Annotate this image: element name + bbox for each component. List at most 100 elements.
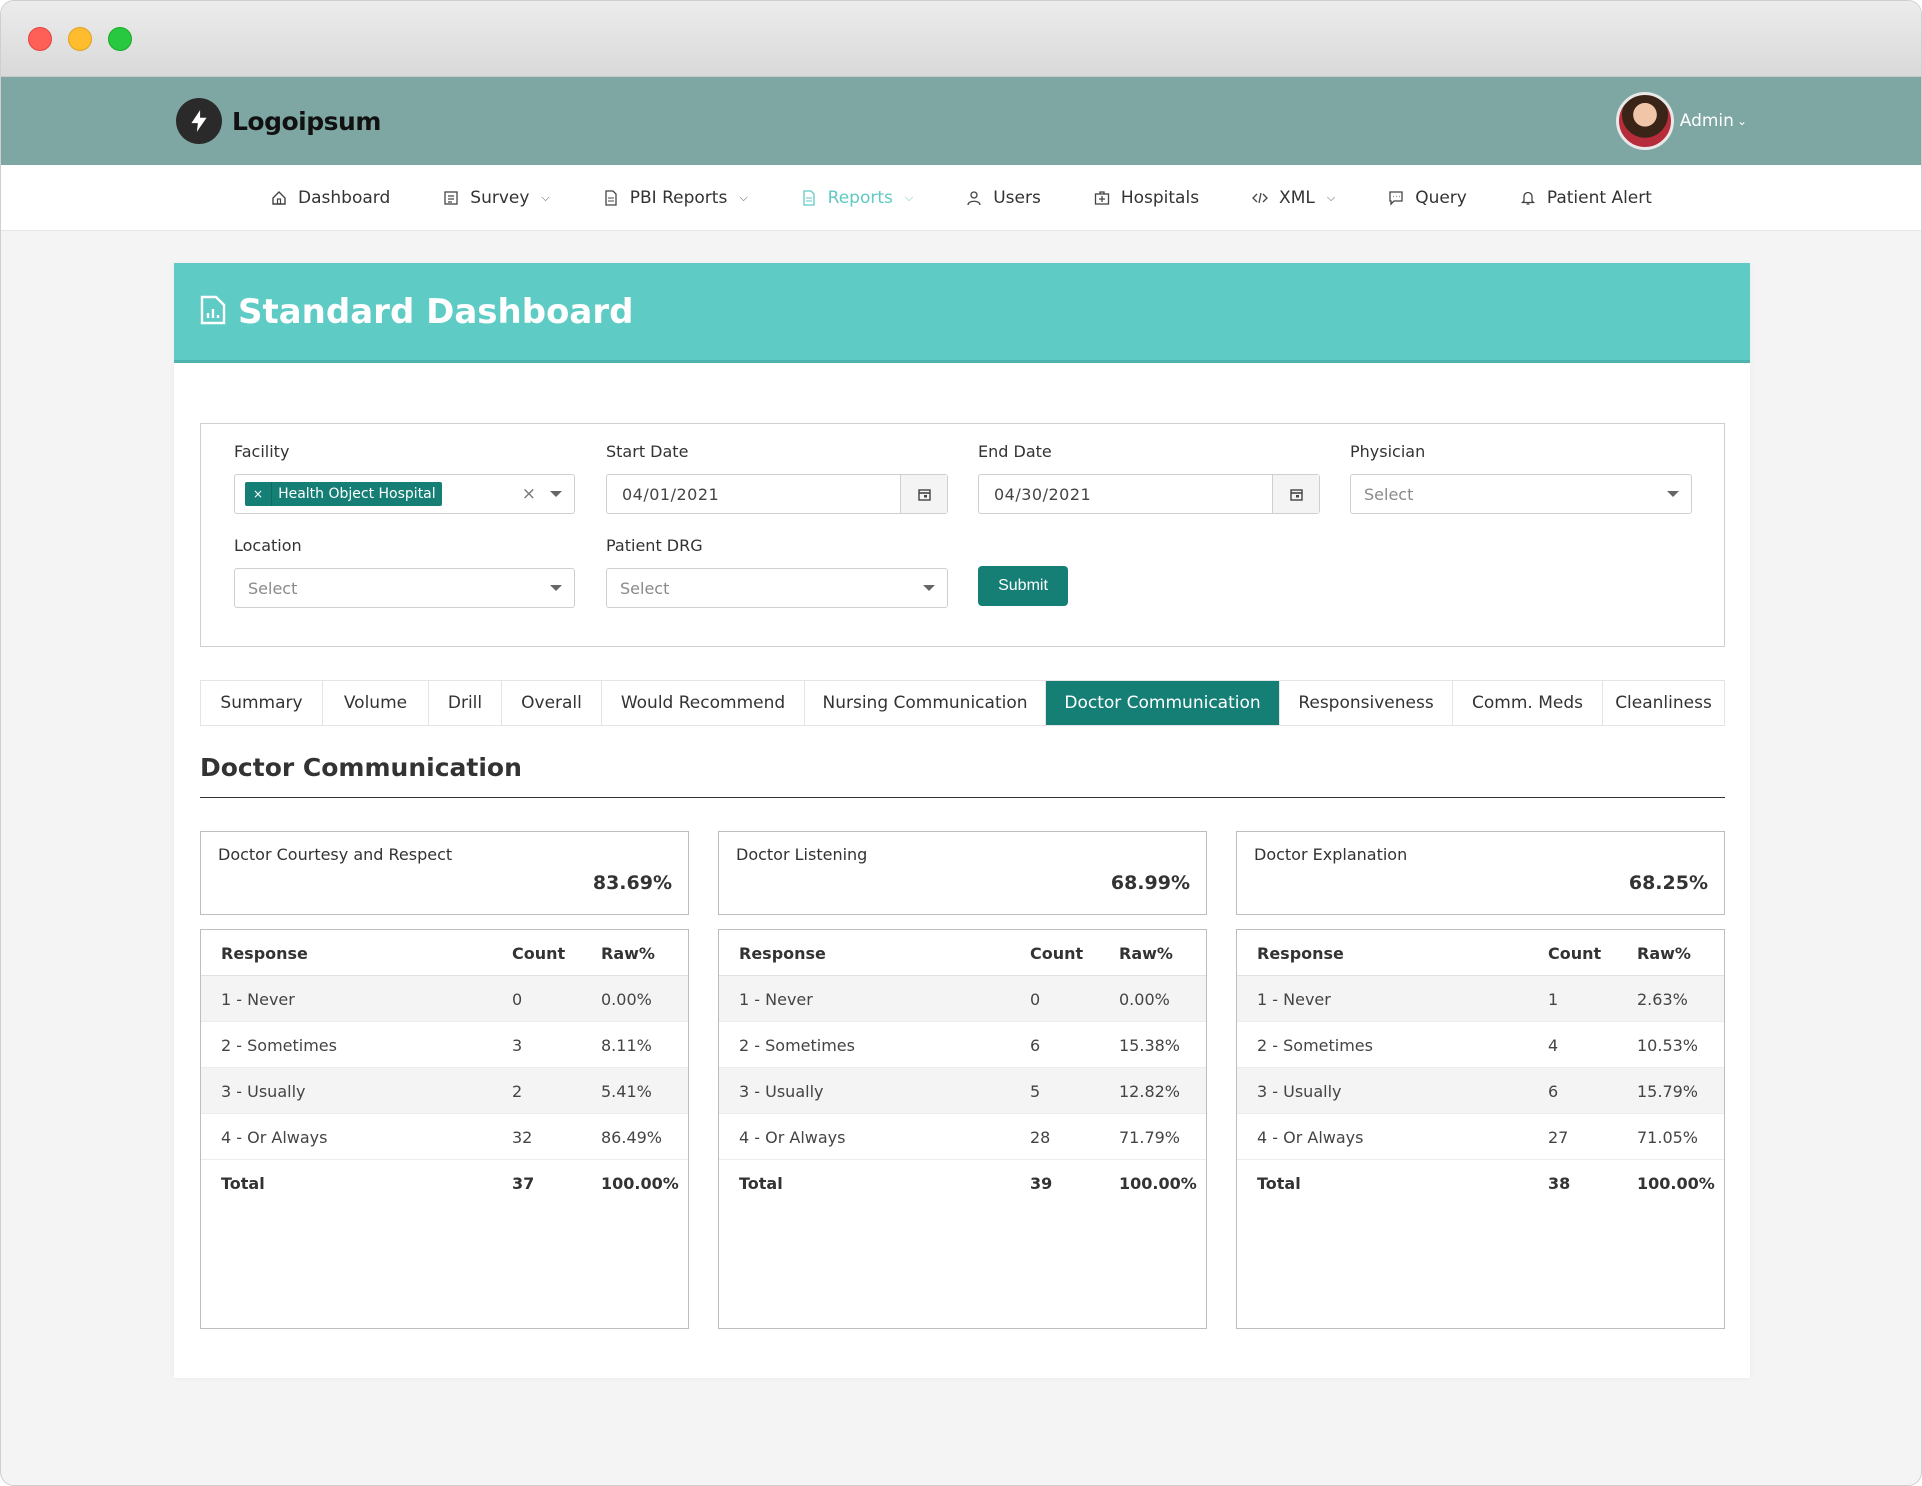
facility-field: Facility × Health Object Hospital × xyxy=(234,442,575,514)
end-date-value: 04/30/2021 xyxy=(994,484,1092,504)
location-label: Location xyxy=(234,536,302,555)
location-field: Location Select xyxy=(234,536,575,608)
col-raw: Raw% xyxy=(1637,944,1691,963)
dropdown-arrow-icon[interactable] xyxy=(550,491,562,497)
cell-response: 3 - Usually xyxy=(1257,1082,1342,1101)
cell-response: 1 - Never xyxy=(1257,990,1331,1009)
col-count: Count xyxy=(512,944,566,963)
cell-total-count: 39 xyxy=(1030,1174,1053,1193)
chevron-down-icon: ⌵ xyxy=(904,190,914,204)
tab-doctor-communication[interactable]: Doctor Communication xyxy=(1046,681,1280,725)
table-row: 3 - Usually 5 12.82% xyxy=(719,1068,1206,1114)
table-row: 4 - Or Always 28 71.79% xyxy=(719,1114,1206,1160)
nav-xml[interactable]: XML ⌵ xyxy=(1225,188,1361,208)
report-tabs: Summary Volume Drill Overall Would Recom… xyxy=(200,680,1725,726)
filter-panel: Facility × Health Object Hospital × Star… xyxy=(200,423,1725,647)
nav-patient-alert[interactable]: Patient Alert xyxy=(1493,188,1678,208)
cell-response: 4 - Or Always xyxy=(221,1128,328,1147)
stat-name: Doctor Explanation xyxy=(1254,845,1408,864)
calendar-icon[interactable] xyxy=(900,475,947,513)
nav-reports-label: Reports xyxy=(827,187,893,208)
doctor-explanation-card: Doctor Explanation 68.25% xyxy=(1236,831,1725,915)
col-response: Response xyxy=(739,944,826,963)
facility-label: Facility xyxy=(234,442,290,461)
cell-total-label: Total xyxy=(221,1174,265,1193)
start-date-input[interactable]: 04/01/2021 xyxy=(606,474,948,514)
table-total-row: Total 37 100.00% xyxy=(201,1160,688,1206)
tab-drill[interactable]: Drill xyxy=(429,681,502,725)
nav-pbi-reports[interactable]: PBI Reports ⌵ xyxy=(576,188,774,208)
minimize-window-button[interactable] xyxy=(68,27,92,51)
doctor-listening-table: Response Count Raw% 1 - Never 0 0.00% 2 … xyxy=(718,929,1207,1329)
end-date-label: End Date xyxy=(978,442,1052,461)
dropdown-arrow-icon[interactable] xyxy=(923,585,935,591)
table-row: 1 - Never 0 0.00% xyxy=(201,976,688,1022)
nav-dashboard[interactable]: Dashboard xyxy=(244,188,416,208)
maximize-window-button[interactable] xyxy=(108,27,132,51)
logo[interactable]: Logoipsum xyxy=(176,98,381,144)
col-count: Count xyxy=(1548,944,1602,963)
table-row: 1 - Never 1 2.63% xyxy=(1237,976,1724,1022)
chevron-down-icon: ⌵ xyxy=(739,190,748,204)
dropdown-arrow-icon[interactable] xyxy=(1667,491,1679,497)
patient-drg-select[interactable]: Select xyxy=(606,568,948,608)
cell-raw: 0.00% xyxy=(1119,990,1170,1009)
patient-drg-field: Patient DRG Select xyxy=(606,536,948,608)
logo-bolt-icon xyxy=(176,98,222,144)
nav-survey[interactable]: Survey ⌵ xyxy=(416,188,575,208)
cell-raw: 5.41% xyxy=(601,1082,652,1101)
home-icon xyxy=(270,189,288,207)
user-menu[interactable]: Admin ⌄ xyxy=(1615,92,1747,150)
tab-would-recommend[interactable]: Would Recommend xyxy=(602,681,805,725)
chevron-down-icon: ⌵ xyxy=(541,190,550,204)
physician-select[interactable]: Select xyxy=(1350,474,1692,514)
doctor-listening-card: Doctor Listening 68.99% xyxy=(718,831,1207,915)
facility-tag-label: Health Object Hospital xyxy=(278,486,436,502)
bell-icon xyxy=(1519,189,1537,207)
nav-survey-label: Survey xyxy=(470,187,530,208)
tab-volume[interactable]: Volume xyxy=(323,681,429,725)
calendar-icon[interactable] xyxy=(1272,475,1319,513)
cell-total-raw: 100.00% xyxy=(1119,1174,1197,1193)
chevron-down-icon[interactable]: ⌄ xyxy=(1737,114,1747,128)
location-select[interactable]: Select xyxy=(234,568,575,608)
hospital-icon xyxy=(1093,189,1111,207)
nav-users-label: Users xyxy=(993,187,1041,208)
submit-button[interactable]: Submit xyxy=(978,566,1068,606)
tab-nursing-communication[interactable]: Nursing Communication xyxy=(805,681,1046,725)
table-header: Response Count Raw% xyxy=(719,930,1206,976)
tab-comm-meds[interactable]: Comm. Meds xyxy=(1453,681,1603,725)
end-date-input[interactable]: 04/30/2021 xyxy=(978,474,1320,514)
cell-raw: 86.49% xyxy=(601,1128,663,1147)
close-window-button[interactable] xyxy=(28,27,52,51)
col-response: Response xyxy=(221,944,308,963)
cell-raw: 71.05% xyxy=(1637,1128,1699,1147)
cell-response: 3 - Usually xyxy=(221,1082,306,1101)
table-row: 2 - Sometimes 4 10.53% xyxy=(1237,1022,1724,1068)
tab-summary[interactable]: Summary xyxy=(201,681,323,725)
user-name[interactable]: Admin xyxy=(1680,111,1734,131)
nav-reports[interactable]: Reports ⌵ xyxy=(774,188,940,208)
table-row: 3 - Usually 6 15.79% xyxy=(1237,1068,1724,1114)
facility-select[interactable]: × Health Object Hospital × xyxy=(234,474,575,514)
nav-users[interactable]: Users xyxy=(939,188,1067,208)
doctor-courtesy-table: Response Count Raw% 1 - Never 0 0.00% 2 … xyxy=(200,929,689,1329)
table-row: 3 - Usually 2 5.41% xyxy=(201,1068,688,1114)
cell-response: 4 - Or Always xyxy=(739,1128,846,1147)
tab-overall[interactable]: Overall xyxy=(502,681,602,725)
cell-raw: 2.63% xyxy=(1637,990,1688,1009)
nav-query[interactable]: Query xyxy=(1361,188,1493,208)
avatar[interactable] xyxy=(1615,92,1674,150)
cell-raw: 0.00% xyxy=(601,990,652,1009)
tab-cleanliness[interactable]: Cleanliness xyxy=(1603,681,1724,725)
table-row: 4 - Or Always 27 71.05% xyxy=(1237,1114,1724,1160)
dropdown-arrow-icon[interactable] xyxy=(550,585,562,591)
col-raw: Raw% xyxy=(1119,944,1173,963)
clear-icon[interactable]: × xyxy=(522,484,536,504)
cell-count: 32 xyxy=(512,1128,533,1147)
chevron-down-icon: ⌵ xyxy=(1326,190,1336,204)
tab-responsiveness[interactable]: Responsiveness xyxy=(1280,681,1453,725)
nav-hospitals[interactable]: Hospitals xyxy=(1067,188,1225,208)
nav-query-label: Query xyxy=(1415,187,1467,208)
remove-tag-icon[interactable]: × xyxy=(245,482,273,506)
